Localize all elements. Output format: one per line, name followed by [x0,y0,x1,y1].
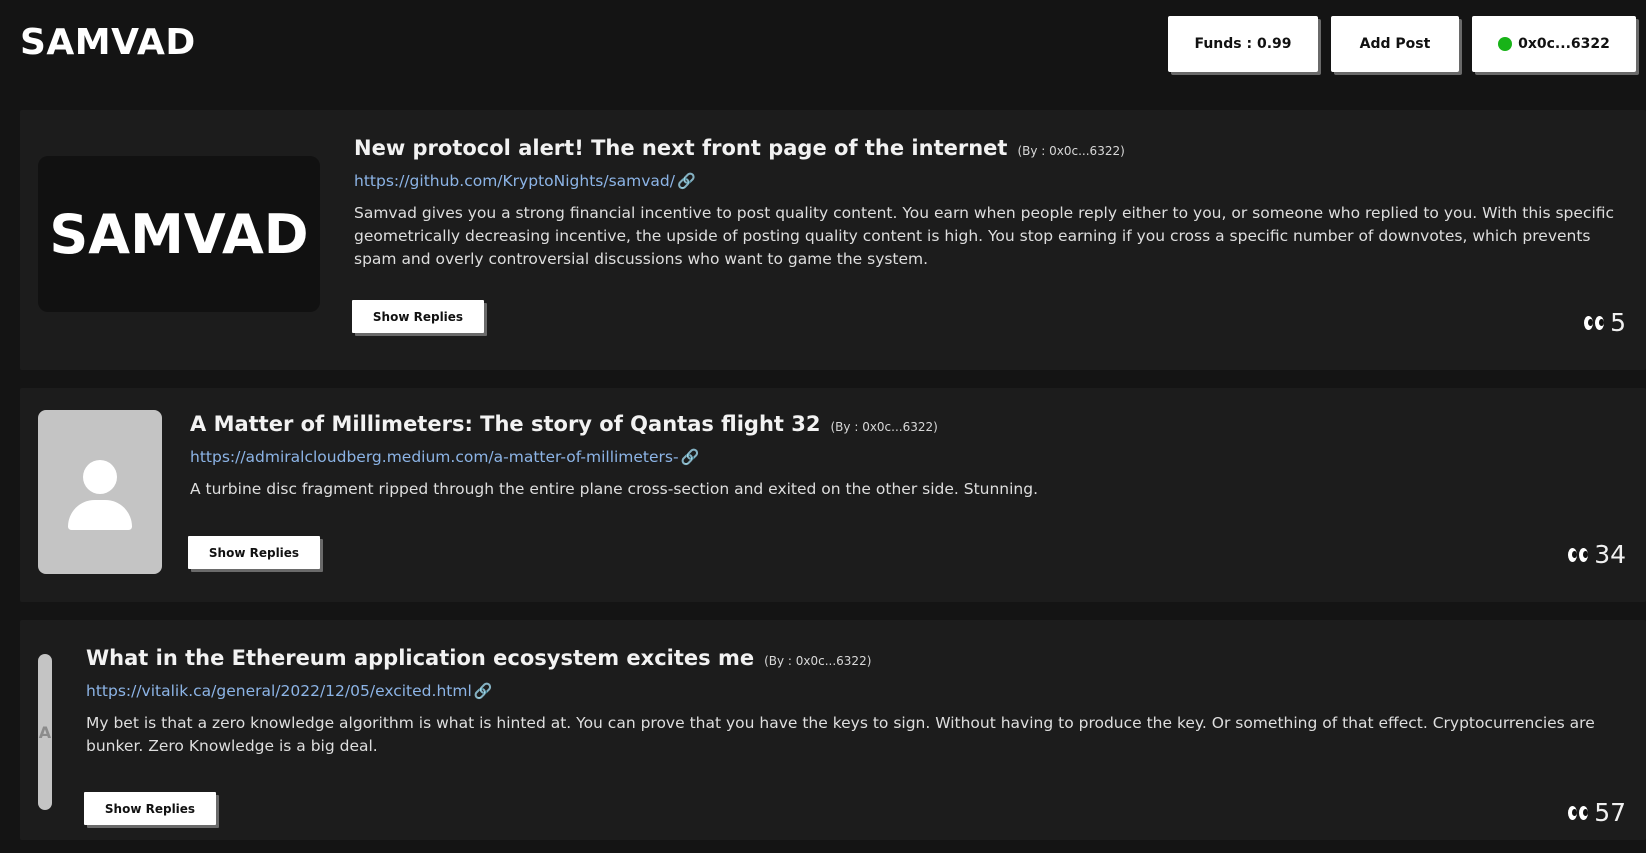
app-logo[interactable]: SAMVAD [20,22,196,63]
post-title[interactable]: A Matter of Millimeters: The story of Qa… [190,412,821,436]
post-thumbnail: SAMVAD [38,156,320,312]
show-replies-button[interactable]: Show Replies [188,536,320,569]
show-replies-button[interactable]: Show Replies [352,300,484,333]
post-link[interactable]: https://github.com/KryptoNights/samvad/🔗 [354,172,1626,190]
post-link[interactable]: https://admiralcloudberg.medium.com/a-ma… [190,448,1626,466]
post-link-text: https://vitalik.ca/general/2022/12/05/ex… [86,682,472,700]
post-title[interactable]: New protocol alert! The next front page … [354,136,1007,160]
post-thumbnail-broken: A [38,654,52,810]
post-author: (By : 0x0c...6322) [1017,144,1125,158]
post-content: New protocol alert! The next front page … [354,136,1626,271]
wallet-status-dot-icon [1498,37,1513,51]
view-count: 5 [1584,308,1626,337]
user-avatar-icon [38,410,162,574]
post-link[interactable]: https://vitalik.ca/general/2022/12/05/ex… [86,682,1626,700]
view-count: 34 [1568,540,1626,569]
link-icon: 🔗 [473,682,493,700]
view-count-value: 34 [1594,540,1626,569]
post-link-text: https://github.com/KryptoNights/samvad/ [354,172,675,190]
post-card: A What in the Ethereum application ecosy… [20,620,1646,840]
post-author: (By : 0x0c...6322) [764,654,872,668]
post-body: Samvad gives you a strong financial ince… [354,204,1615,268]
view-count: 57 [1568,798,1626,827]
eyes-icon [1584,315,1605,330]
funds-button[interactable]: Funds : 0.99 [1168,16,1318,72]
add-post-button[interactable]: Add Post [1331,16,1459,72]
post-body: My bet is that a zero knowledge algorith… [86,714,1595,755]
post-content: A Matter of Millimeters: The story of Qa… [190,412,1626,501]
wallet-address: 0x0c...6322 [1518,36,1610,52]
view-count-value: 57 [1594,798,1626,827]
link-icon: 🔗 [676,172,696,190]
avatar-head [83,460,117,494]
post-feed: SAMVAD New protocol alert! The next fron… [20,110,1646,840]
post-body: A turbine disc fragment ripped through t… [190,480,1039,498]
post-card: SAMVAD New protocol alert! The next fron… [20,110,1646,370]
wallet-button[interactable]: 0x0c...6322 [1472,16,1636,72]
eyes-icon [1568,805,1589,820]
post-content: What in the Ethereum application ecosyst… [86,646,1626,758]
post-title[interactable]: What in the Ethereum application ecosyst… [86,646,754,670]
eyes-icon [1568,547,1589,562]
post-author: (By : 0x0c...6322) [830,420,938,434]
post-title-row: What in the Ethereum application ecosyst… [86,646,1626,670]
post-title-row: A Matter of Millimeters: The story of Qa… [190,412,1626,436]
view-count-value: 5 [1610,308,1626,337]
header-actions: Funds : 0.99 Add Post 0x0c...6322 [1168,16,1636,72]
post-card: A Matter of Millimeters: The story of Qa… [20,388,1646,602]
post-link-text: https://admiralcloudberg.medium.com/a-ma… [190,448,679,466]
post-title-row: New protocol alert! The next front page … [354,136,1626,160]
show-replies-button[interactable]: Show Replies [84,792,216,825]
link-icon: 🔗 [680,448,700,466]
header: SAMVAD Funds : 0.99 Add Post 0x0c...6322 [0,0,1646,100]
avatar-body [68,500,132,530]
